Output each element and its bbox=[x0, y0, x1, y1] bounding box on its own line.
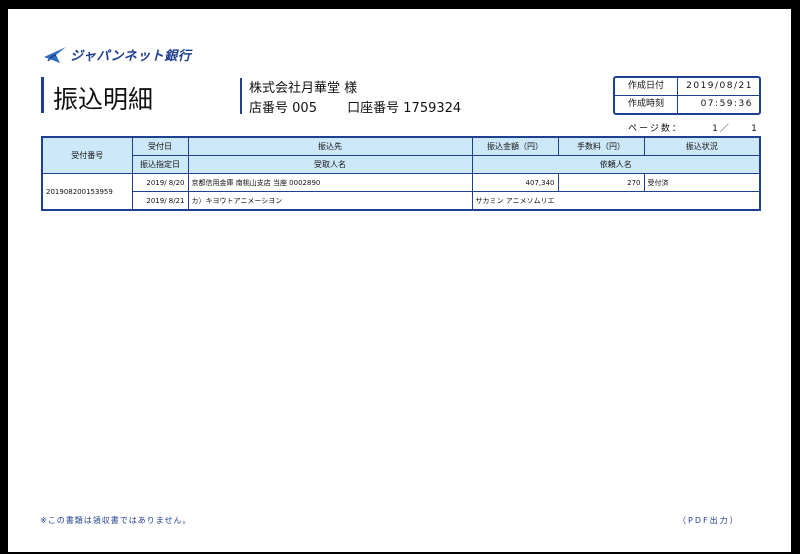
table-header-row-1: 受付番号 受付日 振込先 振込金額（円） 手数料（円） 振込状況 bbox=[41, 136, 761, 174]
header-received-date: 受付日 bbox=[131, 136, 189, 156]
header-receipt-no: 受付番号 bbox=[41, 136, 133, 174]
account-label: 口座番号 bbox=[347, 101, 400, 116]
cell-fee: 270 bbox=[557, 173, 645, 192]
creation-meta-box: 作成日付 2019/08/21 作成時刻 07:59:36 bbox=[613, 76, 761, 115]
cell-requester: サカミン アニメソムリエ bbox=[471, 191, 761, 211]
branch-number: 005 bbox=[292, 101, 317, 116]
table-header-row-2: 振込指定日 受取人名 依頼人名 bbox=[42, 155, 761, 174]
cell-scheduled-date: 2019/ 8/21 bbox=[131, 191, 189, 211]
header-destination: 振込先 bbox=[187, 136, 473, 156]
created-time-value: 07:59:36 bbox=[700, 99, 753, 109]
table-row: 201908200153959 2019/ 8/20 京都信用金庫 南桃山支店 … bbox=[41, 173, 761, 211]
cell-destination: 京都信用金庫 南桃山支店 当座 0002890 bbox=[187, 173, 473, 192]
page-count-label: ページ数： bbox=[628, 124, 683, 134]
table-row-detail: 2019/ 8/21 カ）キヨウトアニメーシヨン サカミン アニメソムリエ bbox=[42, 191, 761, 211]
title-accent-bar bbox=[41, 77, 44, 113]
transfer-table: 受付番号 受付日 振込先 振込金額（円） 手数料（円） 振込状況 振込指定日 受… bbox=[41, 136, 761, 211]
header-amount: 振込金額（円） bbox=[471, 136, 559, 156]
branch-label: 店番号 bbox=[249, 101, 289, 116]
created-date-value: 2019/08/21 bbox=[686, 81, 753, 91]
cell-status: 受付済 bbox=[643, 173, 761, 192]
header-scheduled-date: 振込指定日 bbox=[131, 155, 189, 174]
account-number: 1759324 bbox=[403, 101, 462, 116]
statement-page: ジャパンネット銀行 振込明細 株式会社月華堂 様 店番号 005 口座番号 17… bbox=[8, 9, 791, 552]
bank-logo: ジャパンネット銀行 bbox=[42, 43, 191, 65]
page-title: 振込明細 bbox=[53, 85, 154, 114]
created-time-row: 作成時刻 07:59:36 bbox=[615, 95, 759, 113]
created-time-label: 作成時刻 bbox=[615, 96, 678, 113]
pdf-output-label: （PDF出力） bbox=[678, 516, 740, 525]
company-name: 株式会社月華堂 様 bbox=[249, 81, 358, 96]
created-date-label: 作成日付 bbox=[615, 78, 678, 95]
customer-accent-bar bbox=[240, 78, 242, 114]
page-count: ページ数： 1／ 1 bbox=[628, 121, 759, 134]
header-fee: 手数料（円） bbox=[557, 136, 645, 156]
header-requester: 依頼人名 bbox=[471, 155, 761, 174]
page-current: 1／ bbox=[712, 124, 731, 134]
page-total: 1 bbox=[751, 124, 759, 134]
cell-amount: 407,340 bbox=[471, 173, 559, 192]
bank-logo-icon bbox=[44, 47, 66, 63]
cell-recipient: カ）キヨウトアニメーシヨン bbox=[187, 191, 473, 211]
disclaimer-note: ※この書類は領収書ではありません。 bbox=[40, 516, 192, 525]
bank-name: ジャパンネット銀行 bbox=[70, 48, 192, 64]
created-date-row: 作成日付 2019/08/21 bbox=[615, 78, 759, 95]
header-recipient: 受取人名 bbox=[187, 155, 473, 174]
header-status: 振込状況 bbox=[643, 136, 761, 156]
cell-received-date: 2019/ 8/20 bbox=[131, 173, 189, 192]
cell-receipt-no: 201908200153959 bbox=[41, 173, 133, 211]
account-info: 店番号 005 口座番号 1759324 bbox=[249, 97, 461, 116]
